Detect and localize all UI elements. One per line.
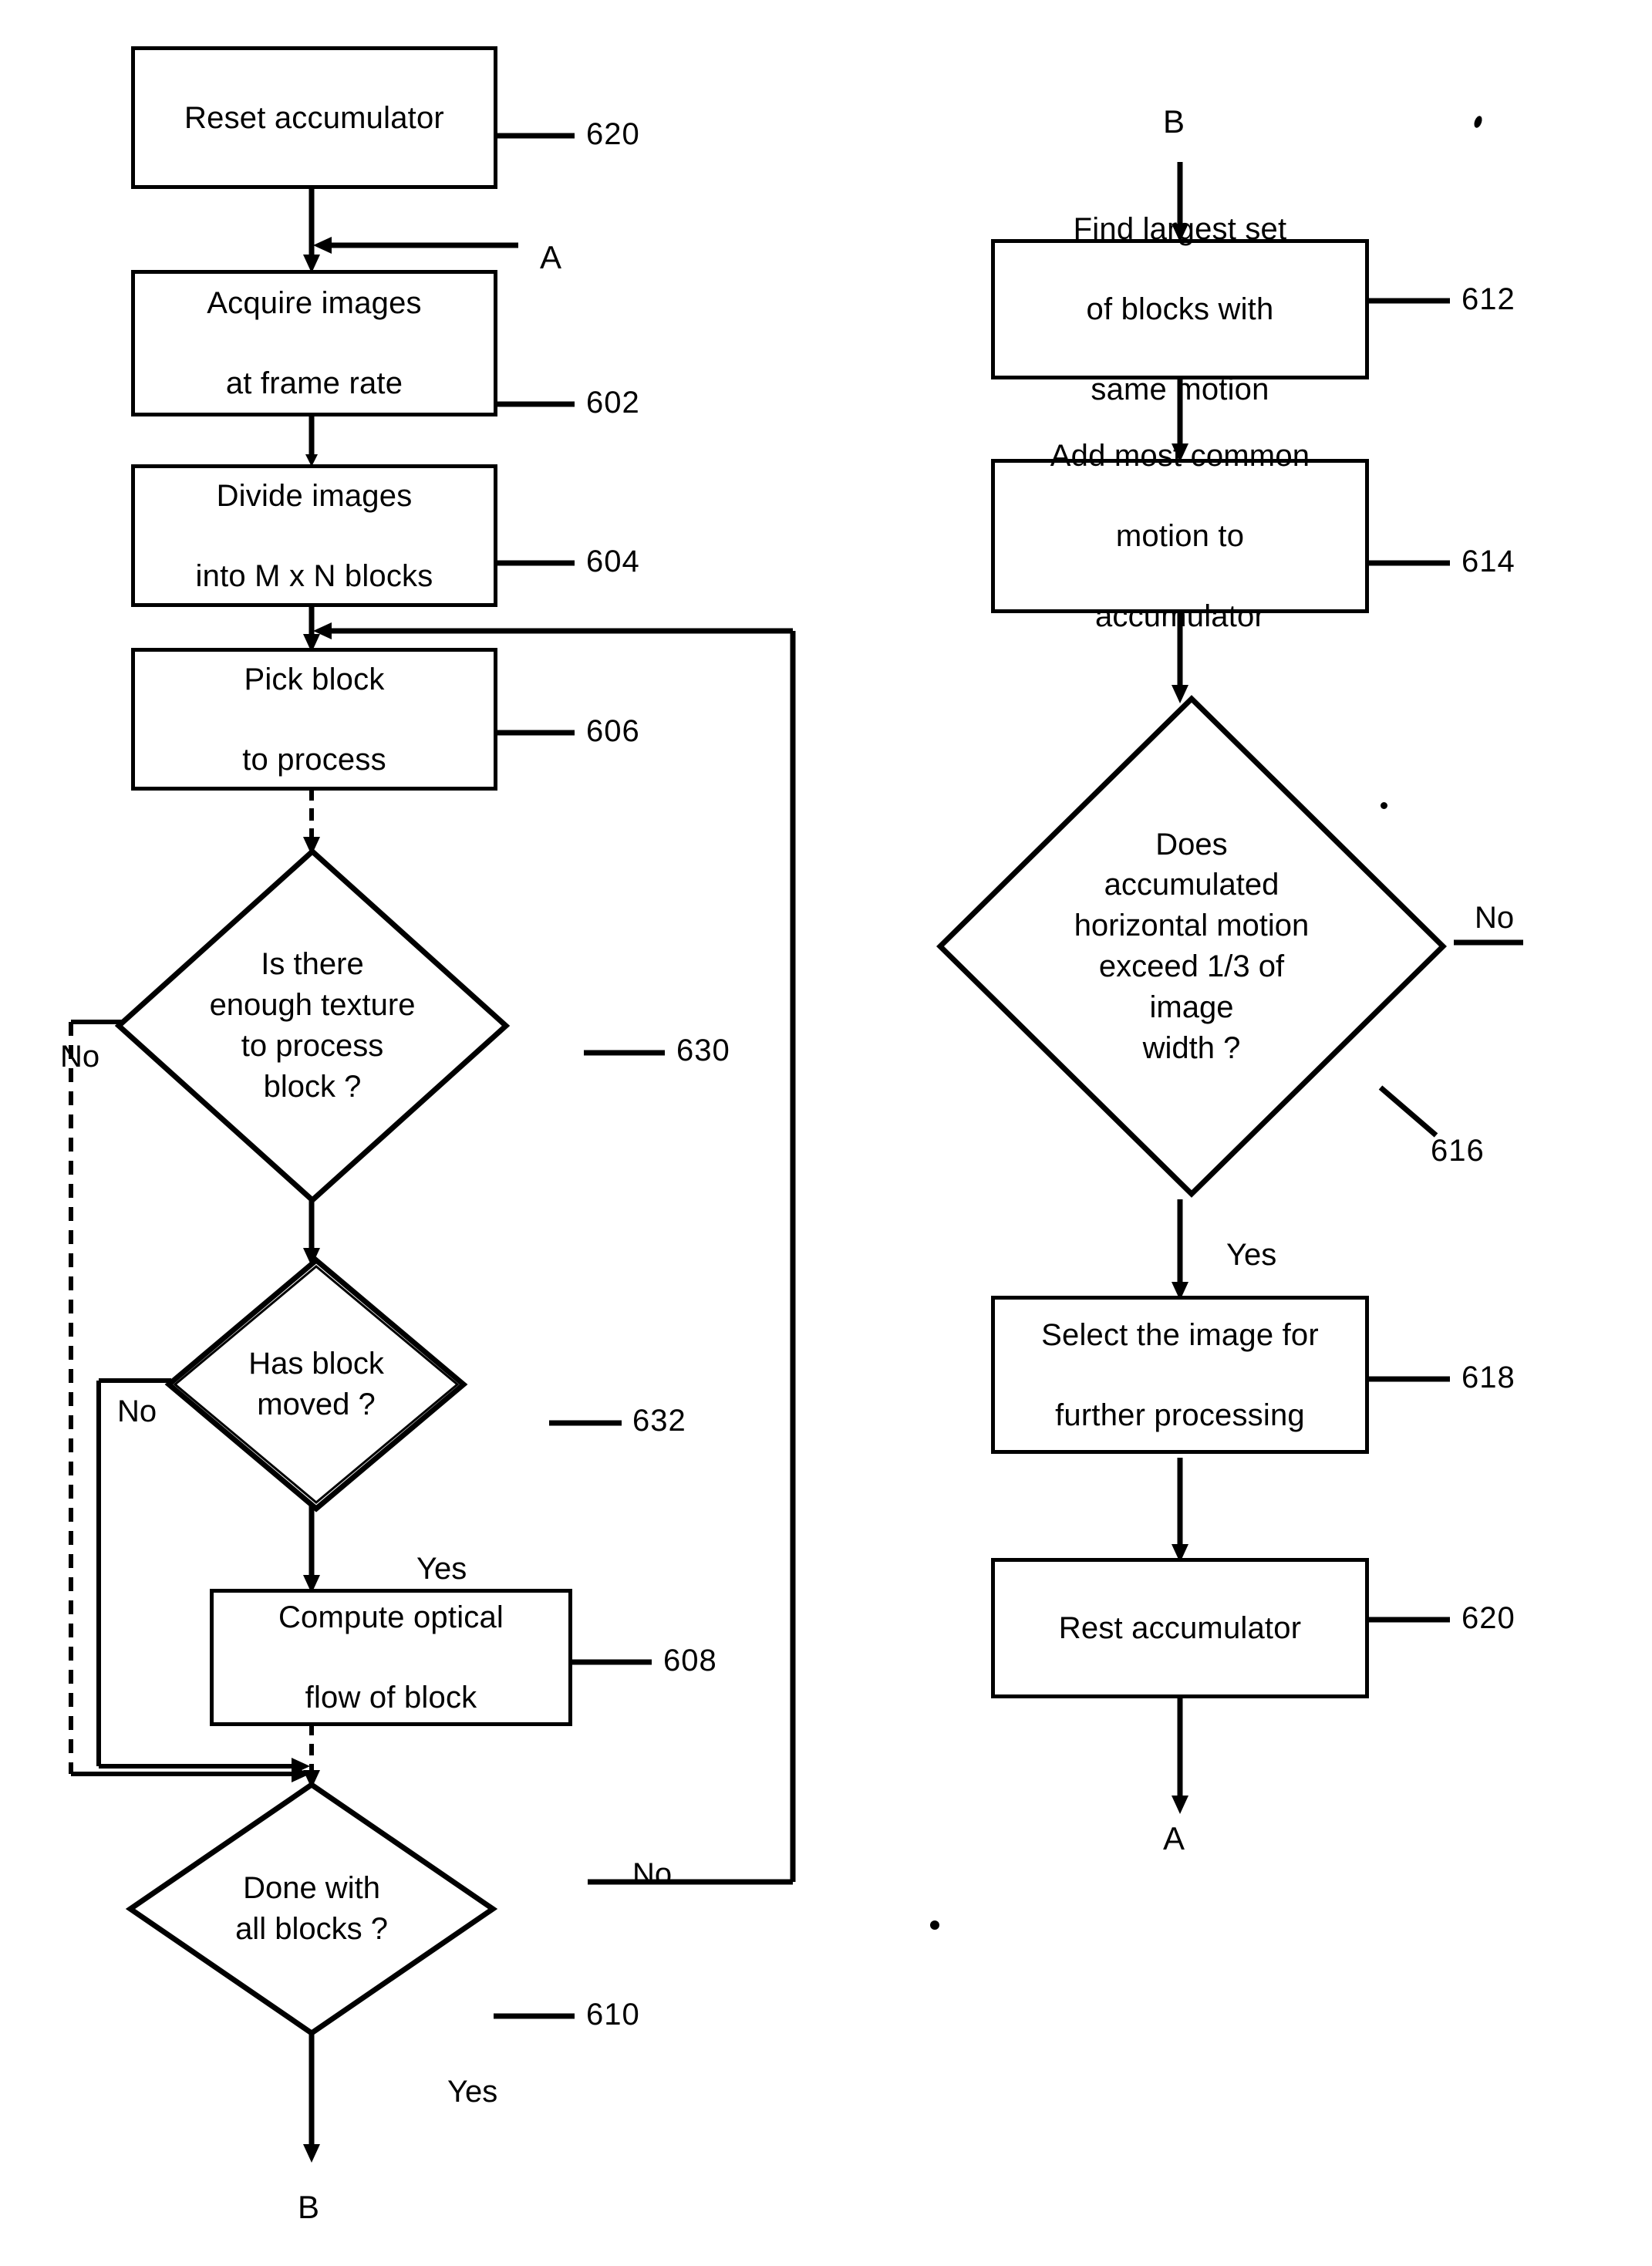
decision-diamond-accumulated-motion[interactable]: Does accumulated horizontal motion excee… <box>936 695 1447 1198</box>
decision-diamond-done-all-blocks[interactable]: Done with all blocks ? <box>125 1781 498 2037</box>
edge-label-texture-no: No <box>60 1040 100 1074</box>
scan-speck <box>930 1920 939 1930</box>
reference-numeral-606: 606 <box>586 714 640 748</box>
process-label: Acquire images at frame rate <box>207 286 422 400</box>
process-box-divide-images[interactable]: Divide images into M x N blocks <box>131 464 497 607</box>
process-box-rest-accumulator[interactable]: Rest accumulator <box>991 1558 1369 1698</box>
connector-terminator-a-bottom: A <box>1163 1820 1185 1856</box>
reference-numeral-608: 608 <box>663 1644 717 1678</box>
edge-label-done-yes: Yes <box>447 2075 498 2109</box>
edge-label-moved-no: No <box>117 1394 157 1428</box>
process-box-acquire-images[interactable]: Acquire images at frame rate <box>131 270 497 416</box>
decision-label: Has block moved ? <box>248 1347 384 1421</box>
connector-terminator-b-top: B <box>1163 103 1185 140</box>
decision-diamond-enough-texture[interactable]: Is there enough texture to process block… <box>114 848 511 1204</box>
process-box-find-largest-set[interactable]: Find largest set of blocks with same mot… <box>991 212 1369 406</box>
reference-numeral-610: 610 <box>586 1998 640 2032</box>
process-label: Compute optical flow of block <box>278 1600 504 1715</box>
edge-label-exceed-no: No <box>1475 901 1515 935</box>
reference-numeral-620-top: 620 <box>586 117 640 151</box>
process-label: Select the image for further processing <box>1041 1317 1319 1432</box>
decision-diamond-has-block-moved[interactable]: Has block moved ? <box>164 1256 468 1512</box>
decision-label: Is there enough texture to process block… <box>209 947 416 1104</box>
edge-label-exceed-yes: Yes <box>1226 1238 1277 1272</box>
process-label: Find largest set of blocks with same mot… <box>1073 212 1287 406</box>
decision-label: Does accumulated horizontal motion excee… <box>1074 827 1310 1065</box>
reference-numeral-630: 630 <box>676 1034 730 1067</box>
flowchart-page: Reset accumulator 620 Acquire images at … <box>0 0 1652 2266</box>
process-box-compute-optical-flow[interactable]: Compute optical flow of block <box>210 1589 572 1726</box>
reference-numeral-602: 602 <box>586 386 640 420</box>
process-label: Divide images into M x N blocks <box>195 478 433 593</box>
reference-numeral-632: 632 <box>632 1404 686 1438</box>
process-label: Reset accumulator <box>184 100 444 135</box>
reference-numeral-614: 614 <box>1462 545 1515 578</box>
process-box-select-image[interactable]: Select the image for further processing <box>991 1296 1369 1454</box>
reference-numeral-612: 612 <box>1462 282 1515 316</box>
reference-numeral-618: 618 <box>1462 1361 1515 1394</box>
process-box-reset-accumulator[interactable]: Reset accumulator <box>131 46 497 189</box>
process-label: Pick block to process <box>242 662 386 777</box>
reference-numeral-604: 604 <box>586 545 640 578</box>
connector-terminator-b-bottom: B <box>298 2189 320 2225</box>
process-box-add-most-common-motion[interactable]: Add most common motion to accumulator <box>991 439 1369 633</box>
reference-numeral-620-bottom: 620 <box>1462 1601 1515 1635</box>
connector-label-a-entry: A <box>540 239 562 275</box>
process-label: Rest accumulator <box>1058 1611 1302 1645</box>
process-box-pick-block[interactable]: Pick block to process <box>131 648 497 791</box>
edge-label-done-no: No <box>632 1857 673 1891</box>
edge-label-moved-yes: Yes <box>416 1552 467 1586</box>
process-label: Add most common motion to accumulator <box>1050 439 1310 633</box>
decision-label: Done with all blocks ? <box>235 1871 388 1946</box>
